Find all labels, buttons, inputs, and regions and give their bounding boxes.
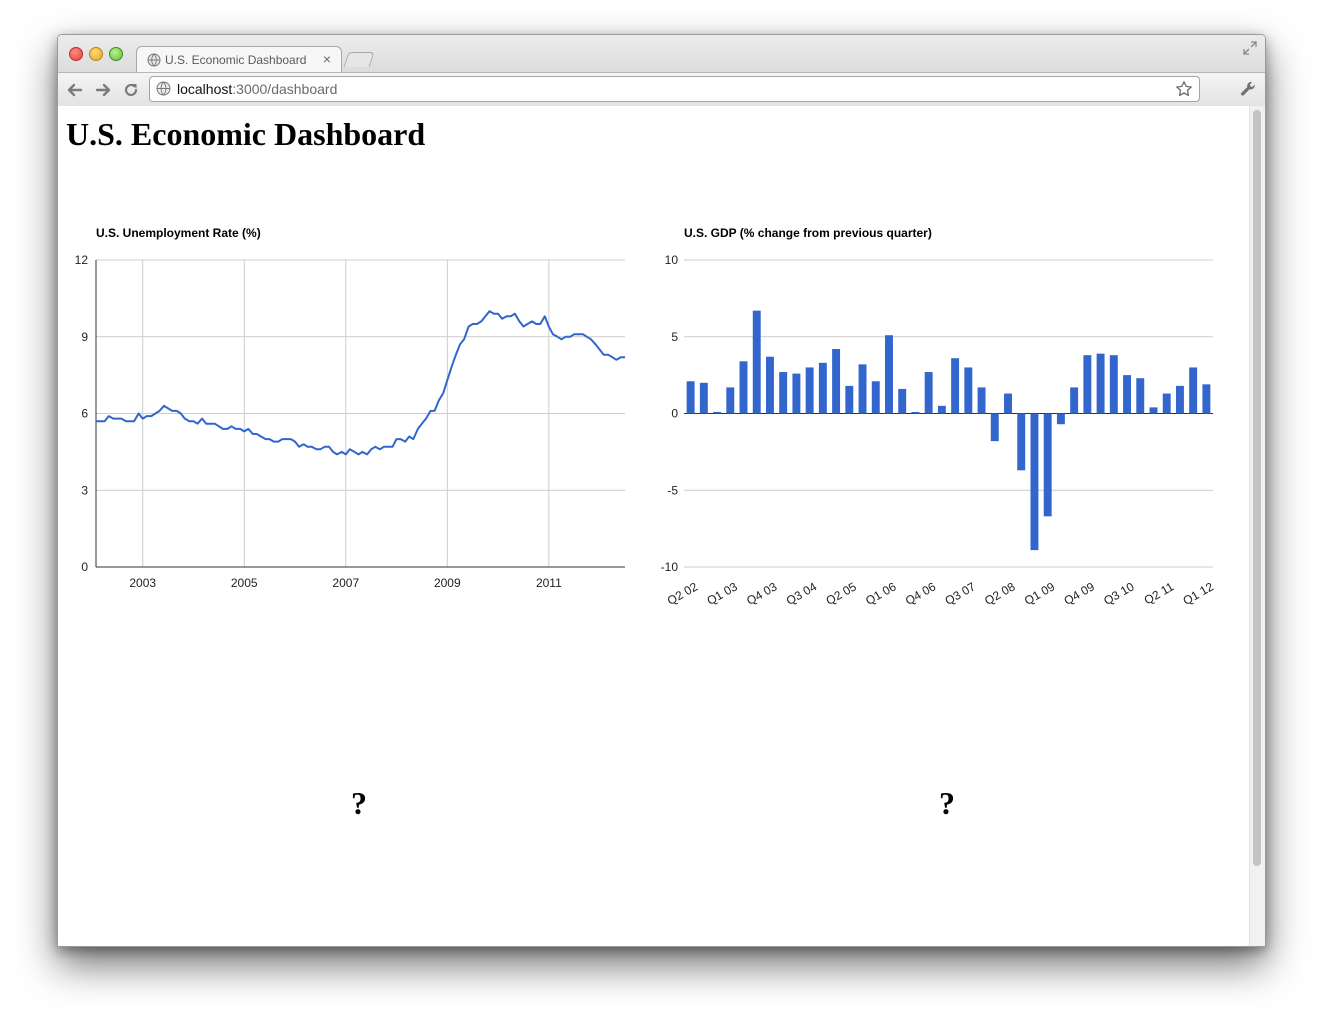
gdp-bar (1175, 385, 1184, 414)
gdp-bar (1030, 413, 1039, 551)
gdp-bar (871, 381, 880, 414)
browser-toolbar: localhost:3000/dashboard (58, 72, 1265, 107)
gdp-bar (858, 364, 867, 414)
gdp-bar (739, 361, 748, 414)
gdp-bar (713, 411, 722, 414)
gdp-bar (1136, 378, 1145, 414)
gdp-bar (951, 358, 960, 414)
x-tick-label: Q1 03 (704, 579, 740, 608)
y-tick-label: -10 (661, 560, 679, 574)
gdp-bar (990, 413, 999, 442)
left-placeholder-mark: ? (351, 785, 367, 821)
x-tick-label: Q1 09 (1022, 579, 1058, 608)
x-tick-label: Q3 07 (943, 579, 979, 608)
x-tick-label: Q4 09 (1062, 579, 1098, 608)
x-tick-label: Q1 12 (1181, 579, 1217, 608)
gdp-bar (686, 381, 695, 414)
gdp-bar (818, 362, 827, 414)
forward-arrow-icon[interactable] (94, 81, 112, 99)
gdp-bar (845, 385, 854, 414)
x-tick-label: Q2 02 (665, 579, 701, 608)
wrench-icon[interactable] (1239, 80, 1257, 98)
gdp-bar (752, 310, 761, 414)
vertical-scrollbar[interactable] (1249, 106, 1265, 946)
gdp-bar (911, 411, 920, 414)
reload-icon[interactable] (122, 81, 140, 99)
gdp-bar (924, 372, 933, 414)
fullscreen-icon[interactable] (1243, 41, 1257, 55)
gdp-bar (1123, 375, 1132, 414)
x-tick-label: Q4 06 (903, 579, 939, 608)
gdp-bar (898, 388, 907, 414)
y-tick-label: -5 (667, 483, 678, 497)
x-tick-label: Q3 10 (1101, 579, 1137, 608)
gdp-bar (779, 372, 788, 414)
right-placeholder-mark: ? (939, 785, 955, 821)
gdp-bar-chart: -10-50510Q2 02 Q1 03 Q4 03 Q3 04 Q2 05 Q1 06 Q… (661, 253, 1217, 608)
x-tick-label: Q1 06 (863, 579, 899, 608)
globe-icon (147, 53, 161, 67)
globe-icon (156, 81, 171, 96)
gdp-bar (1017, 413, 1026, 471)
gdp-bar (832, 349, 841, 414)
gdp-bar (792, 373, 801, 414)
gdp-bar (937, 405, 946, 414)
gdp-bar (1189, 367, 1198, 414)
x-tick-label: Q2 08 (982, 579, 1018, 608)
url-host: localhost (177, 81, 233, 97)
gdp-bar (977, 387, 986, 414)
y-tick-label: 5 (671, 330, 678, 344)
gdp-bar (1056, 413, 1065, 425)
x-tick-label: Q2 05 (823, 579, 859, 608)
gdp-bar (964, 367, 973, 414)
zoom-window-button[interactable] (109, 47, 123, 61)
y-tick-label: 10 (665, 253, 679, 267)
gdp-bar (1202, 384, 1211, 414)
gdp-bar (726, 387, 735, 414)
close-window-button[interactable] (69, 47, 83, 61)
x-tick-label: Q4 03 (744, 579, 780, 608)
x-tick-label: Q3 04 (784, 579, 820, 608)
back-arrow-icon[interactable] (66, 81, 84, 99)
new-tab-button[interactable] (343, 52, 375, 67)
scrollbar-thumb[interactable] (1253, 110, 1261, 866)
x-tick-label: Q2 11 (1142, 579, 1177, 607)
gdp-bar (1162, 393, 1171, 414)
url-text: localhost:3000/dashboard (177, 81, 337, 97)
gdp-bar (1004, 393, 1012, 414)
gdp-bar (1149, 407, 1158, 414)
browser-tab[interactable]: U.S. Economic Dashboard × (136, 46, 342, 73)
address-bar[interactable]: localhost:3000/dashboard (149, 76, 1200, 102)
gdp-bar (1070, 387, 1079, 414)
tab-title: U.S. Economic Dashboard (165, 53, 307, 67)
url-path: :3000/dashboard (232, 81, 338, 97)
tab-close-icon[interactable]: × (323, 51, 331, 67)
minimize-window-button[interactable] (89, 47, 103, 61)
gdp-bar (1083, 355, 1092, 414)
gdp-bar (699, 382, 708, 414)
title-bar: U.S. Economic Dashboard × (58, 35, 1265, 73)
bookmark-star-icon[interactable] (1175, 80, 1193, 98)
gdp-bar (885, 335, 893, 414)
page-content: U.S. Economic Dashboard U.S. Unemploymen… (58, 106, 1265, 946)
y-tick-label: 0 (671, 407, 678, 421)
gdp-bar (1109, 355, 1118, 414)
browser-window: U.S. Economic Dashboard × localhost:3000… (57, 34, 1266, 947)
gdp-bar (805, 367, 814, 414)
gdp-bar (765, 356, 774, 414)
gdp-bar (1096, 353, 1105, 414)
gdp-bar (1043, 413, 1052, 517)
